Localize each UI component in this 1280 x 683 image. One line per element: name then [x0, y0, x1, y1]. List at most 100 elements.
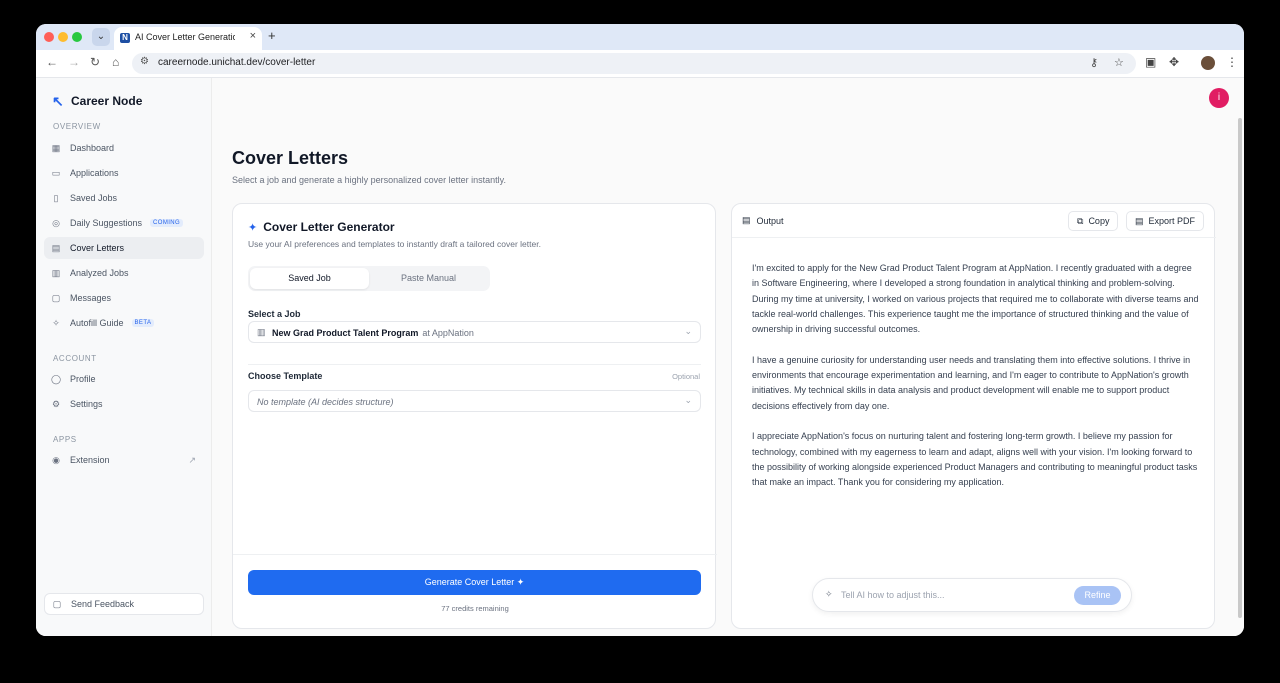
sidebar-item-label: Profile	[70, 374, 96, 384]
template-select[interactable]: No template (AI decides structure) ⌄	[248, 390, 701, 412]
sidebar-item-label: Settings	[70, 399, 103, 409]
site-info-icon[interactable]: ⚙	[140, 56, 149, 67]
address-bar[interactable]: ⚙ careernode.unichat.dev/cover-letter ⚷ …	[132, 53, 1136, 74]
bookmark-icon: ▯	[53, 192, 59, 203]
browser-tab[interactable]: N AI Cover Letter Generation | C ×	[114, 27, 262, 50]
sidebar-item-label: Analyzed Jobs	[70, 268, 129, 278]
refine-input[interactable]: Tell AI how to adjust this...	[841, 590, 945, 600]
sidebar-item-settings[interactable]: ⚙ Settings	[44, 393, 204, 415]
export-label: Export PDF	[1148, 216, 1196, 226]
export-pdf-button[interactable]: ▤ Export PDF	[1126, 211, 1205, 231]
extension-app-icon[interactable]: ▣	[1145, 55, 1156, 69]
section-label-account: ACCOUNT	[53, 354, 97, 363]
generate-cover-letter-button[interactable]: Generate Cover Letter ✦	[248, 570, 701, 595]
sidebar-item-saved-jobs[interactable]: ▯ Saved Jobs	[44, 187, 204, 209]
wand-icon: ✧	[825, 589, 833, 599]
user-icon: ◯	[50, 373, 62, 384]
forward-icon[interactable]: →	[68, 55, 80, 69]
profile-avatar-icon[interactable]	[1201, 56, 1215, 70]
sidebar-item-label: Extension	[70, 455, 110, 465]
maximize-window-button[interactable]	[72, 32, 82, 42]
bookmark-star-icon[interactable]: ☆	[1114, 56, 1124, 69]
section-label-overview: OVERVIEW	[53, 122, 101, 131]
chevron-down-icon: ⌄	[684, 395, 692, 405]
favicon-icon: N	[120, 33, 130, 43]
generator-title: Cover Letter Generator	[263, 220, 395, 234]
sidebar-item-applications[interactable]: ▭ Applications	[44, 162, 204, 184]
tab-search-chevron-icon[interactable]: ⌄	[92, 28, 110, 46]
brand-name: Career Node	[71, 94, 143, 108]
analysis-icon: ▥	[51, 267, 61, 278]
output-header: ▤ Output ⧉ Copy ▤ Export PDF	[732, 204, 1216, 238]
sparkle-icon: ✦	[516, 577, 525, 587]
copy-label: Copy	[1088, 216, 1110, 226]
output-label: Output	[756, 215, 784, 226]
tab-strip: ⌄ N AI Cover Letter Generation | C × +	[36, 24, 1244, 50]
sidebar-item-label: Autofill Guide	[70, 318, 124, 328]
refine-bar: ✧ Tell AI how to adjust this... Refine	[812, 578, 1132, 612]
generate-label: Generate Cover Letter	[424, 577, 515, 587]
sidebar-item-label: Daily Suggestions	[70, 218, 143, 228]
select-job-label: Select a Job	[248, 309, 301, 319]
sidebar-item-cover-letters[interactable]: ▤ Cover Letters	[44, 237, 204, 259]
divider	[233, 554, 717, 555]
coming-badge: COMING	[150, 219, 184, 227]
job-select[interactable]: ▥ New Grad Product Talent Program at AppN…	[248, 321, 701, 343]
password-key-icon[interactable]: ⚷	[1090, 56, 1098, 69]
document-icon: ▤	[51, 242, 61, 253]
new-tab-icon[interactable]: +	[268, 28, 276, 43]
home-icon[interactable]: ⌂	[112, 55, 119, 69]
sidebar-item-messages[interactable]: ▢ Messages	[44, 287, 204, 309]
sidebar-item-label: Messages	[70, 293, 112, 303]
cover-letter-text: I'm excited to apply for the New Grad Pr…	[752, 261, 1200, 506]
chrome-icon: ◉	[52, 454, 60, 465]
extensions-puzzle-icon[interactable]: ✥	[1169, 55, 1179, 69]
sidebar-item-extension[interactable]: ◉ Extension ↗	[44, 449, 204, 471]
send-feedback-button[interactable]: ▢ Send Feedback	[44, 593, 204, 615]
sidebar-item-daily-suggestions[interactable]: ◎ Daily Suggestions COMING	[44, 212, 204, 234]
user-avatar[interactable]: i	[1209, 88, 1229, 108]
wand-icon: ✧	[52, 317, 60, 328]
tab-title: AI Cover Letter Generation | C	[135, 32, 235, 42]
building-icon: ▥	[257, 327, 266, 337]
copy-icon: ⧉	[1077, 215, 1084, 226]
page-subtitle: Select a job and generate a highly perso…	[232, 175, 506, 185]
tab-paste-manual[interactable]: Paste Manual	[369, 268, 488, 289]
page-scrollbar[interactable]	[1238, 118, 1242, 618]
generator-heading: ✦ Cover Letter Generator	[248, 220, 395, 234]
tab-saved-job[interactable]: Saved Job	[250, 268, 369, 289]
letter-paragraph: I appreciate AppNation's focus on nurtur…	[752, 431, 1198, 488]
message-icon: ▢	[51, 292, 61, 303]
app-area: ↖ Career Node OVERVIEW ▦ Dashboard ▭ App…	[36, 78, 1244, 636]
letter-paragraph: I'm excited to apply for the New Grad Pr…	[752, 263, 1199, 335]
refine-button[interactable]: Refine	[1074, 586, 1121, 605]
output-title: ▤ Output	[742, 215, 784, 226]
gear-icon: ⚙	[51, 398, 61, 409]
choose-template-label: Choose Template	[248, 371, 323, 381]
pdf-icon: ▤	[1135, 215, 1144, 226]
reload-icon[interactable]: ↻	[90, 55, 100, 69]
tab-close-icon[interactable]: ×	[250, 30, 256, 42]
sidebar-item-profile[interactable]: ◯ Profile	[44, 368, 204, 390]
sidebar-item-label: Applications	[70, 168, 119, 178]
minimize-window-button[interactable]	[58, 32, 68, 42]
template-placeholder: No template (AI decides structure)	[257, 397, 394, 407]
sparkle-icon: ✦	[248, 221, 258, 234]
beta-badge: BETA	[131, 319, 155, 327]
sidebar-item-analyzed-jobs[interactable]: ▥ Analyzed Jobs	[44, 262, 204, 284]
selected-company: at AppNation	[422, 328, 474, 338]
divider	[248, 364, 701, 365]
chevron-down-icon: ⌄	[684, 326, 692, 336]
page-title: Cover Letters	[232, 148, 349, 168]
feedback-icon: ▢	[52, 598, 62, 609]
generator-subtitle: Use your AI preferences and templates to…	[248, 239, 541, 249]
brand[interactable]: ↖ Career Node	[52, 94, 143, 109]
browser-toolbar: ← → ↻ ⌂ ⚙ careernode.unichat.dev/cover-l…	[36, 50, 1244, 78]
back-icon[interactable]: ←	[46, 55, 58, 69]
copy-button[interactable]: ⧉ Copy	[1068, 211, 1119, 231]
sidebar-item-dashboard[interactable]: ▦ Dashboard	[44, 137, 204, 159]
close-window-button[interactable]	[44, 32, 54, 42]
browser-menu-icon[interactable]: ⋮	[1226, 55, 1238, 69]
letter-paragraph: I have a genuine curiosity for understan…	[752, 354, 1191, 411]
sidebar-item-autofill-guide[interactable]: ✧ Autofill Guide BETA	[44, 312, 204, 334]
